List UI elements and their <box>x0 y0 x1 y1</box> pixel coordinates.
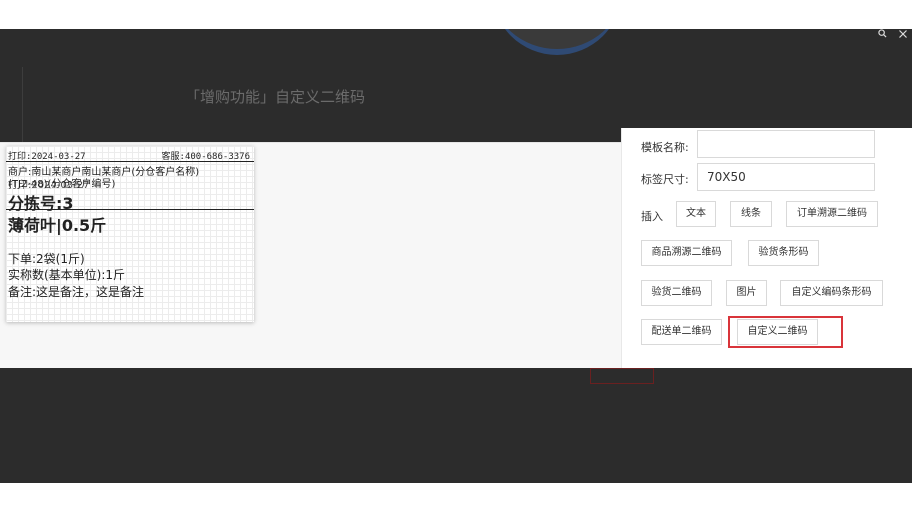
label-preview[interactable]: 打印:2024-03-27 客服:400-686-3376 商户:南山某商户南山… <box>6 146 254 322</box>
background-nav <box>22 67 82 147</box>
insert-inspection-qr-button[interactable]: 验货二维码 <box>641 280 712 306</box>
background-nav-item <box>22 67 82 83</box>
insert-order-trace-qr-button[interactable]: 订单溯源二维码 <box>786 201 878 227</box>
insert-delivery-qr-button[interactable]: 配送单二维码 <box>641 319 722 345</box>
background-nav-item <box>22 99 82 115</box>
insert-line-button[interactable]: 线条 <box>730 201 772 227</box>
background-button <box>590 368 654 384</box>
insert-custom-code-barcode-button[interactable]: 自定义编码条形码 <box>780 280 883 306</box>
insert-text-button[interactable]: 文本 <box>676 201 716 227</box>
insert-product-trace-qr-button[interactable]: 商品溯源二维码 <box>641 240 732 266</box>
insert-label: 插入 <box>641 210 663 223</box>
template-name-input[interactable] <box>697 130 875 158</box>
background-page-title: 「增购功能」自定义二维码 <box>185 88 366 106</box>
background-nav-item <box>22 115 82 131</box>
insert-inspection-barcode-button[interactable]: 验货条形码 <box>748 240 819 266</box>
close-icon[interactable] <box>894 29 912 43</box>
overlapping-print-date-text[interactable]: 打印:2024-03-27 <box>8 176 89 191</box>
sort-number-text[interactable]: 分拣号:3 <box>8 190 74 214</box>
divider-line[interactable] <box>6 209 254 210</box>
background-nav-item <box>22 83 82 99</box>
actual-weight-text[interactable]: 实称数(基本单位):1斤 <box>8 266 125 283</box>
search-icon[interactable] <box>873 29 891 43</box>
background-decoration <box>492 29 622 55</box>
label-size-input[interactable]: 70X50 <box>697 163 875 191</box>
custom-qr-highlight <box>728 316 843 348</box>
order-quantity-text[interactable]: 下单:2袋(1斤) <box>8 250 85 267</box>
template-name-label: 模板名称: <box>641 141 689 154</box>
product-text[interactable]: 薄荷叶|0.5斤 <box>8 212 106 236</box>
label-size-label: 标签尺寸: <box>641 173 689 186</box>
insert-image-button[interactable]: 图片 <box>726 280 767 306</box>
divider-line[interactable] <box>6 161 254 162</box>
note-text[interactable]: 备注:这是备注，这是备注 <box>8 283 144 300</box>
